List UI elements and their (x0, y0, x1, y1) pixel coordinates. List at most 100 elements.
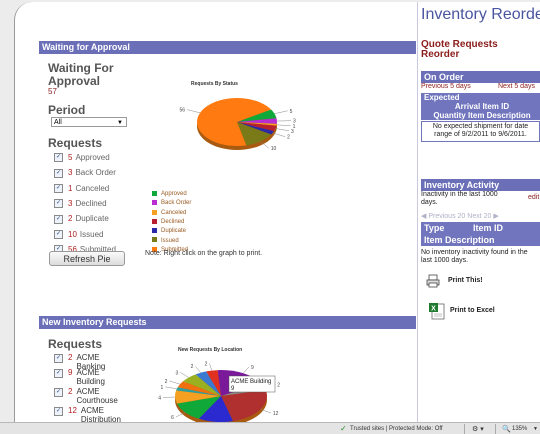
tooltip-line1: ACME Building (231, 379, 271, 385)
data-label: 5 (290, 109, 293, 115)
status-row-declined[interactable]: ✓ 3 Declined (54, 198, 107, 210)
previous-20-link[interactable]: Previous 20 (428, 213, 465, 220)
requests-by-location-chart[interactable]: 292126641232ACME Building9 (135, 354, 295, 422)
location-count: 12 (68, 406, 77, 415)
next-20-link[interactable]: Next 20 (467, 213, 491, 220)
previous-5-days-link[interactable]: Previous 5 days (421, 83, 471, 90)
status-checkbox[interactable]: ✓ (54, 229, 63, 239)
location-row[interactable]: ✓ 12ACMEDistributionCenter (54, 406, 121, 422)
legend-swatch (152, 209, 157, 215)
location-row[interactable]: ✓ 9 ACME Building (54, 368, 105, 386)
status-label: Issued (79, 229, 104, 239)
chart2-title: New Requests By Location (178, 347, 243, 353)
status-row-canceled[interactable]: ✓ 1 Canceled (54, 183, 109, 195)
location-name: ACME Building (76, 368, 105, 386)
status-count: 5 (68, 153, 73, 162)
location-count: 9 (68, 368, 73, 377)
data-label-leader (276, 124, 291, 127)
next-5-days-link[interactable]: Next 5 days (498, 83, 535, 90)
expected-header-3: Quantity Item Description (421, 111, 540, 120)
status-count: 3 (68, 168, 73, 178)
requests-by-status-chart[interactable]: 531321056 (145, 85, 305, 159)
period-select-value: All (54, 119, 62, 126)
legend-swatch (152, 190, 157, 196)
edit-link[interactable]: edit (528, 194, 539, 201)
expected-header-1: Expected (421, 93, 540, 102)
browser-status-bar: ✓ Trusted sites | Protected Mode: Off ⚙ … (0, 422, 540, 434)
print-to-excel-link[interactable]: Print to Excel (450, 307, 495, 314)
legend-swatch (152, 200, 157, 206)
data-label-leader (169, 380, 181, 385)
data-label: 4 (158, 395, 161, 401)
checkmark-icon: ✓ (340, 424, 347, 433)
data-label: 2 (191, 364, 194, 370)
location-row[interactable]: ✓ 2 ACME Courthouse (54, 387, 118, 405)
legend-swatch (152, 228, 157, 234)
inactivity-text: Inactivity in the last 1000 days. (421, 191, 498, 206)
status-count: 1 (68, 183, 73, 193)
excel-icon[interactable]: X (428, 302, 446, 320)
reorder-link[interactable]: Reorder (421, 50, 459, 60)
location-checkbox[interactable]: ✓ (54, 354, 63, 363)
pager: ◀ Previous 20 Next 20 ▶ (421, 212, 499, 220)
data-label: 12 (273, 411, 279, 417)
data-label: 2 (165, 379, 168, 385)
status-label: Duplicate (75, 214, 109, 224)
zone-settings-icon[interactable]: ⚙ ▾ (472, 425, 484, 433)
data-label-leader (180, 372, 189, 378)
period-label: Period (48, 103, 86, 117)
tooltip: ACME Building9 (228, 375, 276, 393)
requests-label: Requests (48, 136, 103, 150)
location-count: 2 (68, 353, 73, 362)
status-label: Declined (75, 198, 107, 208)
main-column: Waiting for Approval Waiting For Approva… (15, 2, 417, 422)
printer-icon[interactable] (426, 274, 440, 288)
security-zone-text[interactable]: Trusted sites | Protected Mode: Off (350, 426, 443, 432)
data-label: 2 (277, 382, 280, 388)
status-checkbox[interactable]: ✓ (54, 153, 63, 163)
legend-swatch (152, 218, 157, 224)
legend-item: Declined (152, 218, 184, 226)
print-this-link[interactable]: Print This! (448, 277, 483, 284)
expected-header-2: Arrival Item ID (421, 102, 540, 111)
legend-item: Approved (152, 190, 187, 198)
legend-label: Declined (161, 218, 185, 225)
chevron-down-icon: ▼ (117, 120, 123, 126)
status-row-issued[interactable]: ✓ 10 Issued (54, 229, 103, 241)
page-content: Waiting for Approval Waiting For Approva… (14, 2, 540, 422)
status-checkbox[interactable]: ✓ (54, 214, 63, 224)
data-label-leader (209, 363, 213, 371)
status-label: Back Order (75, 168, 116, 178)
section-bar-new-requests: New Inventory Requests (39, 316, 416, 329)
status-checkbox[interactable]: ✓ (54, 199, 63, 209)
refresh-pie-button[interactable]: Refresh Pie (49, 251, 125, 266)
zoom-level[interactable]: 135% (512, 426, 527, 432)
type-header: Type Item ID (421, 222, 540, 234)
status-count: 3 (68, 198, 73, 208)
location-count: 2 (68, 387, 73, 396)
next-arrow-icon: ▶ (493, 213, 499, 220)
browser-window: Waiting for Approval Waiting For Approva… (0, 0, 540, 434)
type-col: Type (424, 223, 445, 233)
location-checkbox[interactable]: ✓ (54, 388, 63, 397)
svg-text:X: X (431, 306, 436, 313)
period-select[interactable]: All ▼ (51, 117, 127, 127)
data-label: 1 (160, 385, 163, 391)
data-label-leader (275, 128, 290, 132)
zoom-chevron-icon[interactable]: ▼ (533, 426, 538, 432)
location-checkbox[interactable]: ✓ (54, 407, 63, 416)
data-label-leader (243, 366, 250, 374)
data-label-leader (187, 109, 201, 114)
status-count: 10 (68, 229, 77, 239)
data-label-leader (165, 386, 177, 390)
location-checkbox[interactable]: ✓ (54, 369, 63, 378)
status-row-approved[interactable]: ✓ 5 Approved (54, 152, 110, 164)
data-label-leader (274, 110, 288, 114)
status-row-back-order[interactable]: ✓ 3 Back Order (54, 167, 116, 179)
zoom-icon[interactable]: 🔍 (502, 425, 511, 433)
status-row-duplicate[interactable]: ✓ 2 Duplicate (54, 213, 109, 225)
waiting-count: 57 (48, 87, 57, 96)
inventory-activity-bar: Inventory Activity (421, 179, 540, 191)
status-checkbox[interactable]: ✓ (54, 168, 63, 178)
status-checkbox[interactable]: ✓ (54, 183, 63, 193)
